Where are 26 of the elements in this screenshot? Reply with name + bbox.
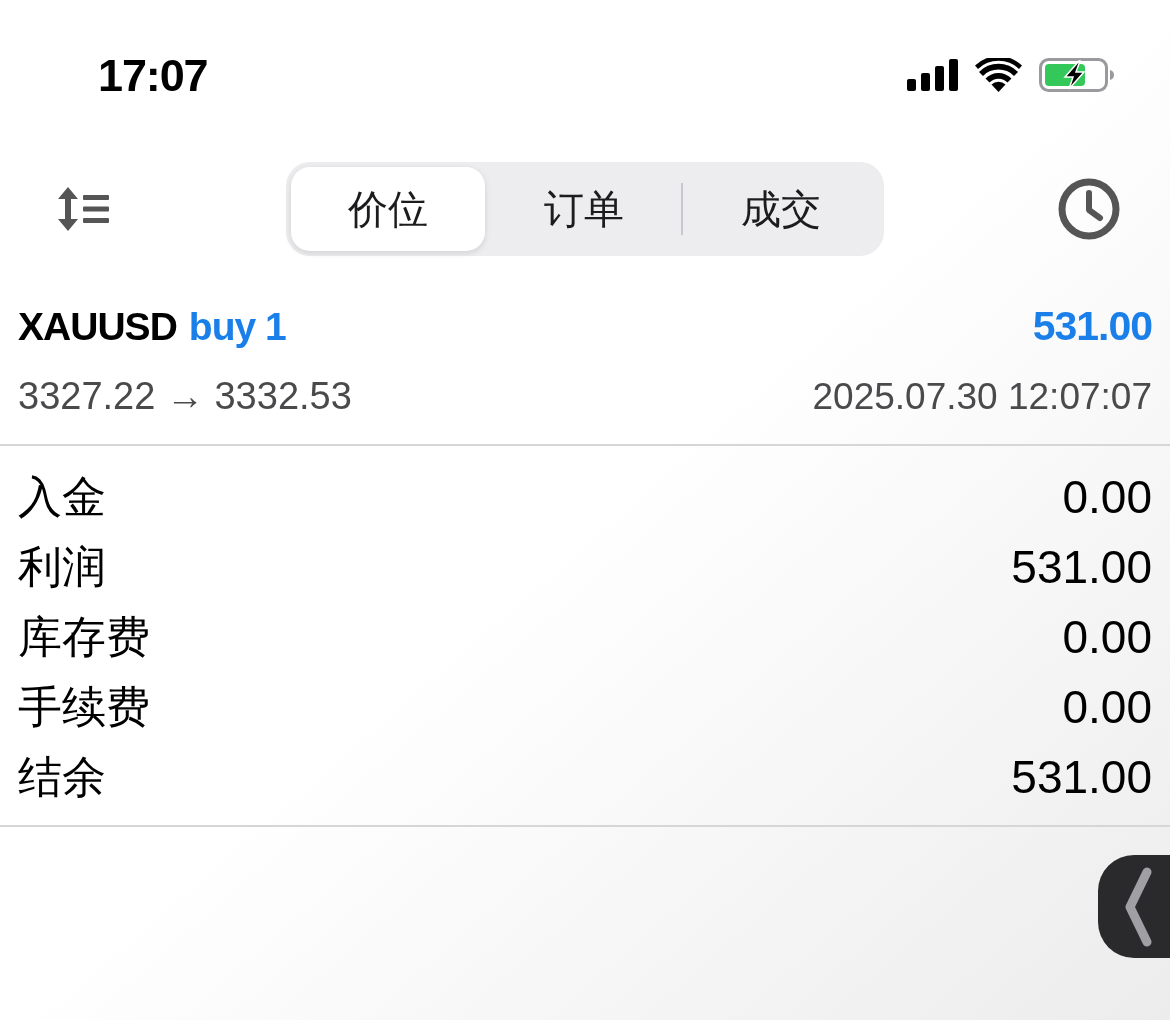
summary-value: 0.00 bbox=[1062, 614, 1152, 660]
summary-value: 0.00 bbox=[1062, 474, 1152, 520]
clock-icon[interactable] bbox=[1058, 178, 1120, 240]
summary-value: 0.00 bbox=[1062, 684, 1152, 730]
signal-icon bbox=[907, 59, 958, 91]
price-range: 3327.22 → 3332.53 bbox=[18, 377, 352, 415]
segment-tab[interactable]: 订单 bbox=[487, 167, 681, 251]
summary-value: 531.00 bbox=[1011, 754, 1152, 800]
summary-label: 手续费 bbox=[18, 685, 150, 729]
summary-label: 利润 bbox=[18, 545, 106, 589]
segment-tab[interactable]: 价位 bbox=[291, 167, 485, 251]
chevron-left-icon bbox=[1124, 866, 1152, 947]
deal-time: 2025.07.30 12:07:07 bbox=[812, 377, 1152, 415]
wifi-icon bbox=[975, 58, 1022, 92]
status-time: 17:07 bbox=[98, 52, 208, 98]
summary-label: 入金 bbox=[18, 475, 106, 519]
profit-value: 531.00 bbox=[1032, 305, 1152, 347]
battery-charging-icon bbox=[1039, 58, 1115, 92]
segment-tab[interactable]: 成交 bbox=[683, 167, 879, 251]
order-side: buy 1 bbox=[188, 306, 286, 346]
summary-value: 531.00 bbox=[1011, 544, 1152, 590]
symbol-name: XAUUSD bbox=[18, 306, 177, 346]
sort-icon[interactable] bbox=[55, 185, 111, 233]
summary-label: 库存费 bbox=[18, 615, 150, 659]
side-drawer-handle[interactable] bbox=[1098, 855, 1170, 958]
summary-label: 结余 bbox=[18, 755, 106, 799]
